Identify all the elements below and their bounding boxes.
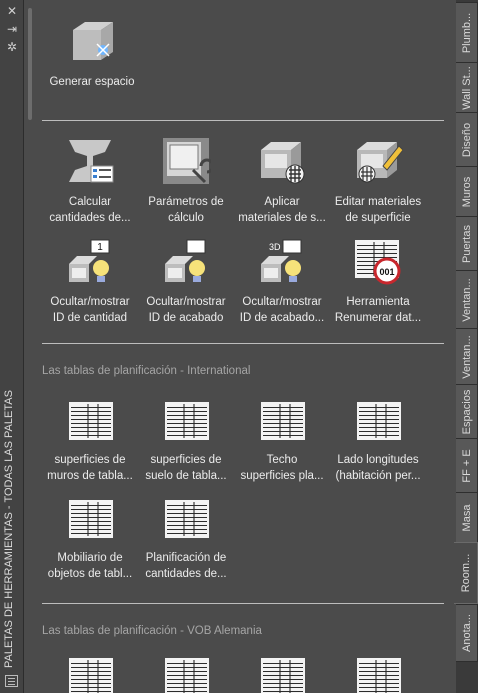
tab-mass[interactable]: Masa <box>456 492 478 544</box>
edit-materials-icon <box>353 136 404 186</box>
schedule-table-icon <box>353 396 403 446</box>
tool-label: cantidades de... <box>49 212 131 224</box>
tool-label: suelo de tabla... <box>145 470 227 482</box>
tool-label: materiales de s... <box>238 212 326 224</box>
tool-label: Ocultar/mostrar <box>50 296 130 308</box>
tool-vob-table-2[interactable] <box>138 652 234 693</box>
tool-label: Ocultar/mostrar <box>146 296 226 308</box>
menu-icon[interactable] <box>5 675 18 687</box>
tool-label: Techo <box>266 454 298 466</box>
apply-materials-icon <box>257 136 307 186</box>
autohide-icon[interactable]: ⇥ <box>5 22 19 36</box>
tab-annotation[interactable]: Anota... <box>456 604 478 662</box>
show-quantity-id-icon: 1 <box>65 238 115 288</box>
tool-label: objetos de tabl... <box>47 568 133 580</box>
close-icon[interactable]: ✕ <box>5 4 19 18</box>
tab-doors[interactable]: Puertas <box>456 216 478 272</box>
tool-palette: Generar espacio Calcular cantidades de..… <box>24 0 456 693</box>
schedule-table-icon <box>65 652 115 693</box>
scrollbar[interactable] <box>28 8 32 120</box>
tool-ceiling-surfaces-table[interactable]: Techo superficies pla... <box>234 396 330 484</box>
tool-label: ID de cantidad <box>52 312 128 324</box>
tab-design[interactable]: Diseño <box>456 112 478 168</box>
tool-vob-table-1[interactable] <box>42 652 138 693</box>
tool-label: Herramienta <box>346 296 410 308</box>
tool-renumber[interactable]: 001 Herramienta Renumerar dat... <box>330 238 426 326</box>
tool-show-quantity-id[interactable]: 1 Ocultar/mostrar ID de cantidad <box>42 238 138 326</box>
section-title-international: Las tablas de planificación - Internatio… <box>42 365 251 377</box>
tool-label: Calcular <box>68 196 112 208</box>
tool-label: ID de acabado <box>148 312 224 324</box>
svg-text:3D: 3D <box>269 242 281 252</box>
tool-label: muros de tabla... <box>47 470 133 482</box>
tool-label: superficies de <box>150 454 222 466</box>
tool-quantity-planning-table[interactable]: Planificación de cantidades de... <box>138 494 234 582</box>
tool-label: ID de acabado... <box>239 312 325 324</box>
tool-show-finish-id[interactable]: Ocultar/mostrar ID de acabado <box>138 238 234 326</box>
schedule-table-icon <box>353 652 403 693</box>
tool-label: Ocultar/mostrar <box>242 296 322 308</box>
tool-calculation-parameters[interactable]: Parámetros de cálculo <box>138 136 234 226</box>
svg-text:1: 1 <box>97 242 103 253</box>
tab-walls[interactable]: Muros <box>456 166 478 218</box>
palette-title: PALETAS DE HERRAMIENTAS - TODAS LAS PALE… <box>3 390 15 668</box>
tab-wall-styles[interactable]: Wall St... <box>456 62 478 114</box>
show-finish-id-3d-icon: 3D <box>257 238 307 288</box>
renumber-tool-icon: 001 <box>353 238 403 288</box>
tool-label: Aplicar <box>264 196 300 208</box>
separator <box>42 343 444 344</box>
tool-apply-materials[interactable]: Aplicar materiales de s... <box>234 136 330 226</box>
tool-label: Renumerar dat... <box>334 312 422 324</box>
generate-space-icon <box>67 18 117 68</box>
tool-generate-space[interactable]: Generar espacio <box>44 18 140 90</box>
schedule-table-icon <box>65 396 115 446</box>
separator <box>42 120 444 121</box>
tool-label: Planificación de <box>145 552 227 564</box>
tab-rooms[interactable]: Room... <box>454 542 478 604</box>
tool-vob-table-3[interactable] <box>234 652 330 693</box>
show-finish-id-icon <box>161 238 211 288</box>
separator <box>42 603 444 604</box>
tool-floor-surfaces-table[interactable]: superficies de suelo de tabla... <box>138 396 234 484</box>
section-title-vob: Las tablas de planificación - VOB Aleman… <box>42 625 262 637</box>
schedule-table-icon <box>257 396 307 446</box>
schedule-table-icon <box>161 652 211 693</box>
properties-icon[interactable]: ✲ <box>5 40 19 54</box>
tool-label: cantidades de... <box>145 568 227 580</box>
tool-label: Editar materiales <box>334 196 422 208</box>
tab-windows[interactable]: Ventan... <box>456 270 478 330</box>
svg-text:001: 001 <box>379 267 394 277</box>
tool-calculate-quantities[interactable]: Calcular cantidades de... <box>42 136 138 226</box>
palette-title-bar[interactable]: ✕ ⇥ ✲ PALETAS DE HERRAMIENTAS - TODAS LA… <box>0 0 24 693</box>
tab-windows-2[interactable]: Ventan... <box>456 328 478 386</box>
tab-spaces[interactable]: Espacios <box>456 384 478 440</box>
tool-side-lengths-table[interactable]: Lado longitudes (habitación per... <box>330 396 426 484</box>
tab-ffe[interactable]: FF + E <box>456 438 478 494</box>
palette-tabs: Plumb... Wall St... Diseño Muros Puertas… <box>454 0 478 693</box>
schedule-table-icon <box>257 652 307 693</box>
schedule-table-icon <box>161 396 211 446</box>
tool-label: (habitación per... <box>335 470 421 482</box>
tool-label: Lado longitudes <box>337 454 419 466</box>
tab-plumbing[interactable]: Plumb... <box>456 2 478 64</box>
calculate-quantities-icon <box>65 136 115 186</box>
tool-label: Mobiliario de <box>57 552 123 564</box>
tool-furniture-table[interactable]: Mobiliario de objetos de tabl... <box>42 494 138 582</box>
tool-show-finish-id-3d[interactable]: 3D Ocultar/mostrar ID de acabado... <box>234 238 330 326</box>
tool-wall-surfaces-table[interactable]: superficies de muros de tabla... <box>42 396 138 484</box>
tool-label: Parámetros de <box>148 196 224 208</box>
calculation-parameters-icon <box>161 136 215 186</box>
schedule-table-icon <box>65 494 115 544</box>
tool-label: Generar espacio <box>49 76 135 88</box>
tool-label: superficies de <box>54 454 126 466</box>
schedule-table-icon <box>161 494 211 544</box>
tool-label: superficies pla... <box>240 470 324 482</box>
tool-edit-materials[interactable]: Editar materiales de superficie <box>330 136 426 226</box>
tool-vob-table-4[interactable] <box>330 652 426 693</box>
tool-label: de superficie <box>345 212 411 224</box>
tool-label: cálculo <box>168 212 204 224</box>
